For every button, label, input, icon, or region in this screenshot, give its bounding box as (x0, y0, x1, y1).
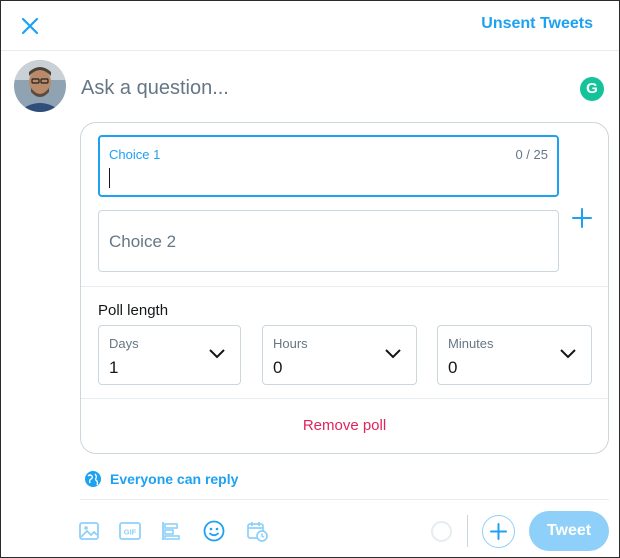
add-media-button[interactable] (77, 519, 101, 543)
poll-editor: Choice 1 0 / 25 Choice 2 Poll length Day… (80, 122, 609, 454)
hours-label: Hours (273, 336, 308, 351)
minutes-select[interactable]: Minutes 0 (437, 325, 592, 385)
poll-icon (162, 522, 180, 540)
add-choice-button[interactable] (570, 206, 594, 230)
add-gif-button[interactable]: GIF (118, 519, 142, 543)
unsent-tweets-link[interactable]: Unsent Tweets (481, 15, 593, 33)
plus-icon (490, 523, 507, 540)
days-value: 1 (109, 358, 119, 377)
hours-value: 0 (273, 358, 283, 377)
add-tweet-button[interactable] (482, 515, 515, 548)
composer-header: Unsent Tweets (1, 1, 619, 51)
plus-icon (572, 208, 592, 228)
divider (81, 286, 608, 287)
reply-settings-button[interactable]: Everyone can reply (84, 468, 238, 490)
add-emoji-button[interactable] (202, 519, 226, 543)
chevron-down-icon (385, 349, 401, 359)
svg-text:GIF: GIF (124, 528, 137, 537)
image-icon (79, 522, 99, 540)
close-button[interactable] (15, 11, 45, 41)
choice-1-label: Choice 1 (109, 147, 161, 162)
character-count-indicator (431, 521, 452, 542)
add-poll-button[interactable] (159, 519, 183, 543)
tweet-composer-window: Unsent Tweets Ask a question... G Choice… (0, 0, 620, 558)
gif-icon: GIF (119, 522, 141, 540)
poll-length-label: Poll length (98, 302, 169, 319)
schedule-button[interactable] (245, 519, 269, 543)
minutes-label: Minutes (448, 336, 494, 351)
question-input[interactable]: Ask a question... (81, 77, 551, 100)
avatar (14, 60, 66, 112)
emoji-icon (203, 520, 225, 542)
days-select[interactable]: Days 1 (98, 325, 241, 385)
remove-poll-button[interactable]: Remove poll (81, 399, 608, 453)
grammarly-icon[interactable]: G (580, 77, 604, 101)
globe-icon (85, 471, 101, 487)
minutes-value: 0 (448, 358, 458, 377)
close-icon (21, 17, 39, 35)
days-label: Days (109, 336, 139, 351)
tweet-button[interactable]: Tweet (529, 511, 609, 551)
divider (80, 499, 609, 500)
choice-2-label: Choice 2 (109, 232, 177, 251)
hours-select[interactable]: Hours 0 (262, 325, 417, 385)
choice-2-field[interactable]: Choice 2 (98, 210, 559, 272)
schedule-icon (247, 522, 268, 542)
chevron-down-icon (209, 349, 225, 359)
divider (467, 515, 468, 547)
choice-1-field[interactable]: Choice 1 0 / 25 (98, 135, 559, 197)
chevron-down-icon (560, 349, 576, 359)
choice-1-counter: 0 / 25 (515, 147, 548, 162)
text-caret (109, 168, 110, 188)
reply-settings-label: Everyone can reply (110, 471, 239, 487)
